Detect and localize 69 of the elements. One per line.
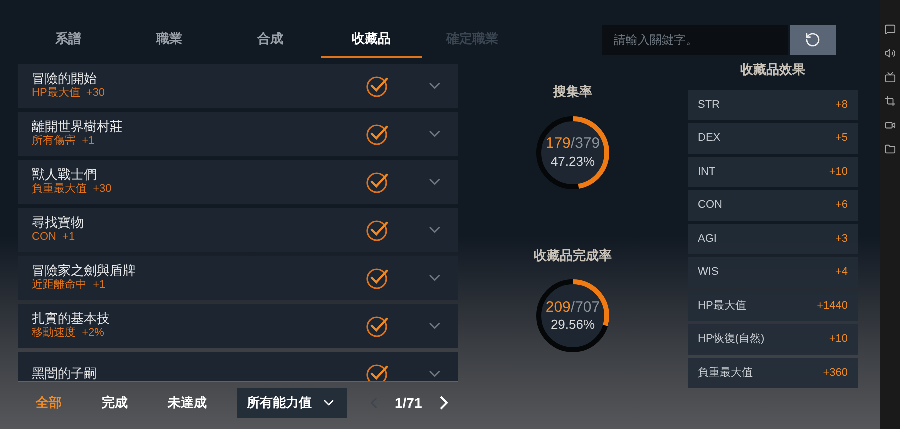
page-indicator: 1/71 <box>395 394 422 412</box>
stat-name: HP恢復(自然) <box>698 332 765 347</box>
stat-name: 負重最大值 <box>698 366 753 380</box>
check-circle-icon <box>366 122 390 146</box>
rate-percent: 47.23% <box>550 154 596 170</box>
collection-effect: HP最大值 +30 <box>32 87 106 101</box>
tab[interactable]: 合成 <box>220 22 321 58</box>
collection-name: 扎實的基本技 <box>32 311 111 326</box>
stat-value: +5 <box>835 131 848 146</box>
stat-value: +6 <box>835 198 848 213</box>
stat-value: +3 <box>835 232 848 246</box>
effects-title: 收藏品效果 <box>740 61 806 79</box>
crop-icon <box>884 96 896 107</box>
collection-name: 冒險家之劍與盾牌 <box>32 263 137 279</box>
stat-name: AGI <box>698 232 717 246</box>
chat-icon <box>884 24 896 35</box>
collection-row[interactable]: 黑闇的子嗣 <box>18 352 458 381</box>
stat-value: +4 <box>835 265 848 280</box>
rate-title: 收藏品完成率 <box>534 246 612 264</box>
check-circle-icon <box>366 314 390 338</box>
folder-icon <box>884 144 896 155</box>
collection-row[interactable]: 尋找寶物 CON +1 <box>18 208 458 252</box>
collection-name: 獸人戰士們 <box>32 167 98 183</box>
stat-value: +10 <box>829 164 848 180</box>
reset-button[interactable] <box>790 25 836 55</box>
collection-effect: 所有傷害 +1 <box>32 135 96 149</box>
check-circle-icon <box>366 74 390 98</box>
rate-title: 搜集率 <box>554 83 592 101</box>
collection-effect: 負重最大值 +30 <box>32 183 113 197</box>
screen-icon <box>884 72 896 83</box>
rate-count: 179/379 <box>546 135 600 154</box>
filter-button[interactable]: 未達成 <box>168 393 207 413</box>
collection-name: 冒險的開始 <box>32 71 98 87</box>
collection-effect: CON +1 <box>32 231 76 245</box>
next-page-icon[interactable] <box>440 396 448 410</box>
stat-value: +10 <box>829 332 848 347</box>
rate-percent: 29.56% <box>550 317 596 334</box>
search-field[interactable]: 請輸入關鍵字。 <box>602 25 788 55</box>
refresh-icon <box>805 32 821 48</box>
stat-name: HP最大值 <box>698 298 746 314</box>
collection-name: 尋找寶物 <box>32 215 85 232</box>
check-circle-icon <box>366 218 390 242</box>
collection-row[interactable]: 離開世界樹村莊 所有傷害 +1 <box>18 112 458 156</box>
collection-row[interactable]: 冒險的開始 HP最大值 +30 <box>18 64 458 108</box>
collection-row[interactable]: 獸人戰士們 負重最大值 +30 <box>18 160 458 204</box>
filter-button[interactable]: 完成 <box>102 393 128 413</box>
tab[interactable]: 職業 <box>119 22 220 58</box>
collection-row[interactable]: 扎實的基本技 移動速度 +2% <box>18 304 458 348</box>
rate-count: 209/707 <box>546 298 600 318</box>
stat-name: STR <box>698 98 720 112</box>
stat-value: +1440 <box>817 298 848 314</box>
stat-name: CON <box>698 198 722 213</box>
stat-name: INT <box>698 164 716 180</box>
stat-value: +8 <box>835 98 848 112</box>
stat-dropdown[interactable]: 所有能力值 <box>237 388 347 418</box>
collection-name: 黑闇的子嗣 <box>32 366 98 381</box>
stat-name: DEX <box>698 131 721 146</box>
collection-effect: 近距離命中 +1 <box>32 279 107 293</box>
camera-icon <box>884 120 896 131</box>
check-circle-icon <box>366 266 390 290</box>
stat-name: WIS <box>698 265 719 280</box>
collection-row[interactable]: 冒險家之劍與盾牌 近距離命中 +1 <box>18 256 458 300</box>
check-circle-icon <box>366 170 390 194</box>
collection-effect: 移動速度 +2% <box>32 327 106 341</box>
speaker-icon <box>884 48 896 59</box>
tab[interactable]: 收藏品 <box>321 22 422 58</box>
tab[interactable]: 系譜 <box>18 22 119 58</box>
collection-name: 離開世界樹村莊 <box>32 119 124 134</box>
stat-value: +360 <box>823 366 848 380</box>
